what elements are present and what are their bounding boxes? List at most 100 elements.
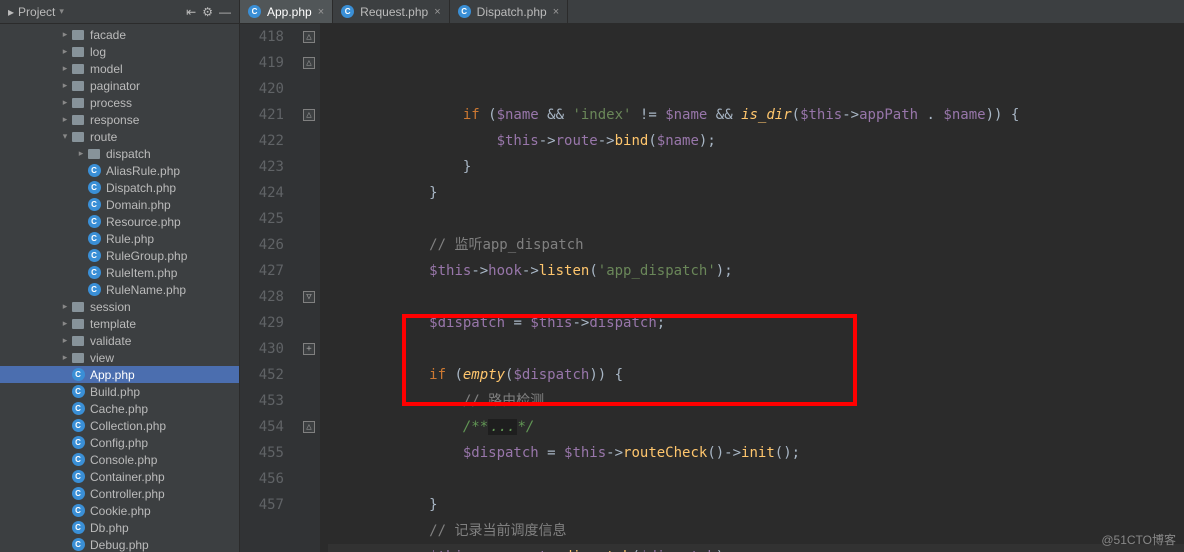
code-line[interactable] bbox=[328, 336, 1184, 362]
code-line[interactable]: $dispatch = $this->dispatch; bbox=[328, 310, 1184, 336]
editor-area: CApp.php×CRequest.php×CDispatch.php× 418… bbox=[240, 0, 1184, 552]
tree-item-console-php[interactable]: CConsole.php bbox=[0, 451, 239, 468]
tree-item-template[interactable]: ▸template bbox=[0, 315, 239, 332]
tree-item-process[interactable]: ▸ process bbox=[0, 94, 239, 111]
tree-item-label: Console.php bbox=[90, 453, 157, 467]
code-content[interactable]: if ($name && 'index' != $name && is_dir(… bbox=[320, 24, 1184, 552]
code-line[interactable]: // 记录当前调度信息 bbox=[328, 518, 1184, 544]
code-line[interactable]: if (empty($dispatch)) { bbox=[328, 362, 1184, 388]
code-line[interactable]: $this->hook->listen('app_dispatch'); bbox=[328, 258, 1184, 284]
line-number: 428 bbox=[240, 284, 284, 310]
code-line[interactable]: /**...*/ bbox=[328, 414, 1184, 440]
tree-item-response[interactable]: ▸response bbox=[0, 111, 239, 128]
code-line[interactable]: } bbox=[328, 154, 1184, 180]
tree-item-debug-php[interactable]: CDebug.php bbox=[0, 536, 239, 552]
tree-item-dispatch[interactable]: ▸dispatch bbox=[0, 145, 239, 162]
code-line[interactable]: $this->request->dispatch($dispatch); bbox=[328, 544, 1184, 552]
tree-item-cache-php[interactable]: CCache.php bbox=[0, 400, 239, 417]
collapse-icon[interactable]: ⇤ bbox=[186, 5, 196, 19]
tree-item-cookie-php[interactable]: CCookie.php bbox=[0, 502, 239, 519]
tree-item-config-php[interactable]: CConfig.php bbox=[0, 434, 239, 451]
arrow-icon: ▸ bbox=[60, 318, 70, 329]
folder-icon bbox=[88, 149, 100, 159]
php-icon: C bbox=[72, 521, 85, 534]
tree-item-label: route bbox=[90, 130, 117, 144]
tree-item-app-php[interactable]: CApp.php bbox=[0, 366, 239, 383]
tree-item-view[interactable]: ▸view bbox=[0, 349, 239, 366]
tree-item-resource-php[interactable]: CResource.php bbox=[0, 213, 239, 230]
php-icon: C bbox=[72, 470, 85, 483]
folded-block[interactable]: ... bbox=[488, 419, 517, 435]
line-number: 456 bbox=[240, 466, 284, 492]
code-line[interactable]: } bbox=[328, 492, 1184, 518]
folder-icon bbox=[72, 336, 84, 346]
tree-item-session[interactable]: ▸session bbox=[0, 298, 239, 315]
tree-item-label: view bbox=[90, 351, 114, 365]
tree-item-label: Resource.php bbox=[106, 215, 181, 229]
close-icon[interactable]: × bbox=[434, 6, 440, 18]
php-icon: C bbox=[88, 232, 101, 245]
code-area[interactable]: 4184194204214224234244254264274284294304… bbox=[240, 24, 1184, 552]
php-icon: C bbox=[72, 368, 85, 381]
code-line[interactable] bbox=[328, 466, 1184, 492]
fold-marker[interactable]: △ bbox=[303, 57, 315, 69]
code-line[interactable]: $this->route->bind($name); bbox=[328, 128, 1184, 154]
code-line[interactable]: } bbox=[328, 180, 1184, 206]
tree-item-label: Rule.php bbox=[106, 232, 154, 246]
tree-item-route[interactable]: ▾route bbox=[0, 128, 239, 145]
arrow-icon: ▸ bbox=[60, 97, 70, 108]
project-arrow-icon: ▸ bbox=[8, 5, 14, 19]
tree-item-ruleitem-php[interactable]: CRuleItem.php bbox=[0, 264, 239, 281]
tree-item-paginator[interactable]: ▸paginator bbox=[0, 77, 239, 94]
dropdown-icon: ▾ bbox=[59, 6, 64, 17]
folder-icon bbox=[72, 64, 84, 74]
tree-item-db-php[interactable]: CDb.php bbox=[0, 519, 239, 536]
tree-item-validate[interactable]: ▸validate bbox=[0, 332, 239, 349]
code-line[interactable]: // 监听app_dispatch bbox=[328, 232, 1184, 258]
code-line[interactable]: // 路由检测 bbox=[328, 388, 1184, 414]
fold-marker[interactable]: △ bbox=[303, 109, 315, 121]
tab-app-php[interactable]: CApp.php× bbox=[240, 0, 333, 23]
tree-item-domain-php[interactable]: CDomain.php bbox=[0, 196, 239, 213]
tree-item-label: facade bbox=[90, 28, 126, 42]
close-icon[interactable]: × bbox=[553, 6, 559, 18]
tree-item-label: model bbox=[90, 62, 123, 76]
code-line[interactable]: if ($name && 'index' != $name && is_dir(… bbox=[328, 102, 1184, 128]
code-line[interactable] bbox=[328, 284, 1184, 310]
tree-item-dispatch-php[interactable]: CDispatch.php bbox=[0, 179, 239, 196]
fold-marker[interactable]: + bbox=[303, 343, 315, 355]
tree-item-label: process bbox=[90, 96, 132, 110]
tree-item-container-php[interactable]: C Container.php bbox=[0, 468, 239, 485]
tree-item-controller-php[interactable]: CController.php bbox=[0, 485, 239, 502]
fold-marker[interactable]: △ bbox=[303, 421, 315, 433]
tab-request-php[interactable]: CRequest.php× bbox=[333, 0, 450, 23]
tree-item-facade[interactable]: ▸facade bbox=[0, 26, 239, 43]
tree-item-label: dispatch bbox=[106, 147, 151, 161]
line-number: 421 bbox=[240, 102, 284, 128]
fold-marker[interactable]: △ bbox=[303, 31, 315, 43]
php-icon: C bbox=[88, 181, 101, 194]
tree-item-rule-php[interactable]: C Rule.php bbox=[0, 230, 239, 247]
line-number: 429 bbox=[240, 310, 284, 336]
line-number: 426 bbox=[240, 232, 284, 258]
tree-item-build-php[interactable]: CBuild.php bbox=[0, 383, 239, 400]
tree-item-collection-php[interactable]: CCollection.php bbox=[0, 417, 239, 434]
php-icon: C bbox=[72, 419, 85, 432]
minimize-icon[interactable]: — bbox=[219, 5, 231, 19]
fold-marker[interactable]: ▽ bbox=[303, 291, 315, 303]
tree-item-aliasrule-php[interactable]: CAliasRule.php bbox=[0, 162, 239, 179]
code-line[interactable]: $dispatch = $this->routeCheck()->init(); bbox=[328, 440, 1184, 466]
tree-item-log[interactable]: ▸log bbox=[0, 43, 239, 60]
php-icon: C bbox=[88, 249, 101, 262]
tree-item-model[interactable]: ▸model bbox=[0, 60, 239, 77]
gear-icon[interactable]: ⚙ bbox=[202, 5, 213, 19]
tree-item-label: paginator bbox=[90, 79, 140, 93]
tree-item-rulegroup-php[interactable]: CRuleGroup.php bbox=[0, 247, 239, 264]
tree-item-label: Container.php bbox=[90, 470, 165, 484]
tab-dispatch-php[interactable]: CDispatch.php× bbox=[450, 0, 568, 23]
close-icon[interactable]: × bbox=[318, 6, 324, 18]
project-tree[interactable]: ▸facade▸log▸model▸paginator▸process▸resp… bbox=[0, 24, 239, 552]
tree-item-rulename-php[interactable]: CRuleName.php bbox=[0, 281, 239, 298]
code-line[interactable] bbox=[328, 206, 1184, 232]
sidebar-title[interactable]: ▸ Project ▾ bbox=[8, 5, 64, 19]
